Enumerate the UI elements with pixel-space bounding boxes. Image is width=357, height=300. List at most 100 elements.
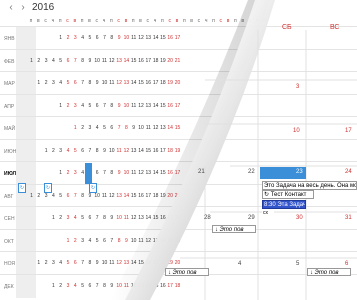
event-badge-2[interactable]: ↻ xyxy=(44,183,52,193)
event-timed-task[interactable]: 8:30 Эта Задача xyxy=(262,200,306,209)
month-day-cell[interactable]: 16 xyxy=(167,170,174,176)
event-test-contact[interactable]: ↻ Тест Контакт xyxy=(262,190,314,199)
month-day-cell[interactable]: 5 xyxy=(57,58,64,64)
month-day-cell[interactable]: 14 xyxy=(123,193,130,199)
month-day-cell[interactable]: 10 xyxy=(94,58,101,64)
month-day-cell[interactable]: 12 xyxy=(116,80,123,86)
month-day-cell[interactable]: 14 xyxy=(152,35,159,41)
month-day-cell[interactable]: 16 xyxy=(159,215,166,221)
month-day-cell[interactable]: 7 xyxy=(108,238,115,244)
month-day-cell[interactable]: 6 xyxy=(101,238,108,244)
month-label[interactable]: МАР xyxy=(4,81,15,87)
month-day-cell[interactable]: 18 xyxy=(152,58,159,64)
month-day-cell[interactable]: 3 xyxy=(72,170,79,176)
month-day-cell[interactable]: 2 xyxy=(35,193,42,199)
month-day-cell[interactable]: 15 xyxy=(152,215,159,221)
month-day-cell[interactable]: 15 xyxy=(138,80,145,86)
month-day-cell[interactable]: 2 xyxy=(65,35,72,41)
month-day-cell[interactable]: 18 xyxy=(152,193,159,199)
month-day-cell[interactable]: 10 xyxy=(123,103,130,109)
month-day-cell[interactable]: 11 xyxy=(116,148,123,154)
month-day-cell[interactable]: 15 xyxy=(130,58,137,64)
month-day-cell[interactable]: 12 xyxy=(130,283,137,289)
month-day-cell[interactable]: 17 xyxy=(174,103,181,109)
month-day-cell[interactable]: 11 xyxy=(130,103,137,109)
month-day-cell[interactable]: 16 xyxy=(145,260,152,266)
month-day-cell[interactable]: 12 xyxy=(130,215,137,221)
month-day-cell[interactable]: 18 xyxy=(174,283,181,289)
month-day-cell[interactable]: 10 xyxy=(116,283,123,289)
month-day-cell[interactable]: 19 xyxy=(167,260,174,266)
month-day-cell[interactable]: 8 xyxy=(79,58,86,64)
month-day-cell[interactable]: 12 xyxy=(108,193,115,199)
month-day-cell[interactable]: 3 xyxy=(86,125,93,131)
month-day-cell[interactable]: 5 xyxy=(65,260,72,266)
month-day-cell[interactable]: 13 xyxy=(116,58,123,64)
month-day-cell[interactable]: 18 xyxy=(159,260,166,266)
month-day-cell[interactable]: 8 xyxy=(116,238,123,244)
month-day-cell[interactable]: 1 xyxy=(57,170,64,176)
month-day-cell[interactable]: 4 xyxy=(79,103,86,109)
month-day-cell[interactable]: 13 xyxy=(145,170,152,176)
month-day-cell[interactable]: 17 xyxy=(174,170,181,176)
month-day-cell[interactable]: 10 xyxy=(130,238,137,244)
month-day-cell[interactable]: 9 xyxy=(108,283,115,289)
month-day-cell[interactable]: 5 xyxy=(79,215,86,221)
month-day-cell[interactable]: 19 xyxy=(159,193,166,199)
month-day-cell[interactable]: 9 xyxy=(116,103,123,109)
month-day-cell[interactable]: 2 xyxy=(43,260,50,266)
month-day-cell[interactable]: 4 xyxy=(94,125,101,131)
month-day-cell[interactable]: 20 xyxy=(174,80,181,86)
date-3[interactable]: 3 xyxy=(296,84,299,90)
month-day-cell[interactable]: 8 xyxy=(123,125,130,131)
month-day-cell[interactable]: 15 xyxy=(130,193,137,199)
month-day-cell[interactable]: 7 xyxy=(116,125,123,131)
month-day-cell[interactable]: 10 xyxy=(123,35,130,41)
month-day-cell[interactable]: 2 xyxy=(43,80,50,86)
month-day-cell[interactable]: 14 xyxy=(159,238,166,244)
month-day-cell[interactable]: 12 xyxy=(145,238,152,244)
month-day-cell[interactable]: 4 xyxy=(65,148,72,154)
date-6[interactable]: 6 xyxy=(345,261,348,267)
month-day-cell[interactable]: 8 xyxy=(108,170,115,176)
month-day-cell[interactable]: 14 xyxy=(130,260,137,266)
month-day-cell[interactable]: 5 xyxy=(94,238,101,244)
month-day-cell[interactable]: 12 xyxy=(116,260,123,266)
month-day-cell[interactable]: 13 xyxy=(159,125,166,131)
month-day-cell[interactable]: 15 xyxy=(159,103,166,109)
month-day-cell[interactable]: 11 xyxy=(101,58,108,64)
month-day-cell[interactable]: 7 xyxy=(79,80,86,86)
month-day-cell[interactable]: 14 xyxy=(138,148,145,154)
month-day-cell[interactable]: 17 xyxy=(167,283,174,289)
month-day-cell[interactable]: 3 xyxy=(57,148,64,154)
month-day-cell[interactable]: 11 xyxy=(108,80,115,86)
event-recurring-3[interactable]: ↓ Это пов xyxy=(307,268,351,276)
month-label[interactable]: ФЕВ xyxy=(4,59,14,65)
month-day-cell[interactable]: 2 xyxy=(65,170,72,176)
month-day-cell[interactable]: 13 xyxy=(145,103,152,109)
month-day-cell[interactable]: 8 xyxy=(86,260,93,266)
date-24[interactable]: 24 xyxy=(345,169,352,175)
month-day-cell[interactable]: 14 xyxy=(145,283,152,289)
month-day-cell[interactable]: 16 xyxy=(167,103,174,109)
chevron-right-icon[interactable]: › xyxy=(18,2,28,14)
month-day-cell[interactable]: 7 xyxy=(86,148,93,154)
month-day-cell[interactable]: 4 xyxy=(57,80,64,86)
month-day-cell[interactable]: 15 xyxy=(174,125,181,131)
month-day-cell[interactable]: 1 xyxy=(43,148,50,154)
month-day-cell[interactable]: 14 xyxy=(167,125,174,131)
month-day-cell[interactable]: 14 xyxy=(130,80,137,86)
month-day-cell[interactable]: 5 xyxy=(57,193,64,199)
month-day-cell[interactable]: 13 xyxy=(138,283,145,289)
month-label[interactable]: СЕН xyxy=(4,216,15,222)
month-day-cell[interactable]: 16 xyxy=(174,238,181,244)
month-day-cell[interactable]: 13 xyxy=(145,35,152,41)
month-day-cell[interactable]: 8 xyxy=(94,148,101,154)
month-day-cell[interactable]: 20 xyxy=(174,260,181,266)
month-day-cell[interactable]: 18 xyxy=(159,80,166,86)
event-recurring-1[interactable]: ↓ Это пов xyxy=(212,225,256,233)
month-day-cell[interactable]: 6 xyxy=(94,170,101,176)
month-day-cell[interactable]: 3 xyxy=(72,103,79,109)
month-day-cell[interactable]: 2 xyxy=(57,283,64,289)
month-day-cell[interactable]: 18 xyxy=(174,215,181,221)
